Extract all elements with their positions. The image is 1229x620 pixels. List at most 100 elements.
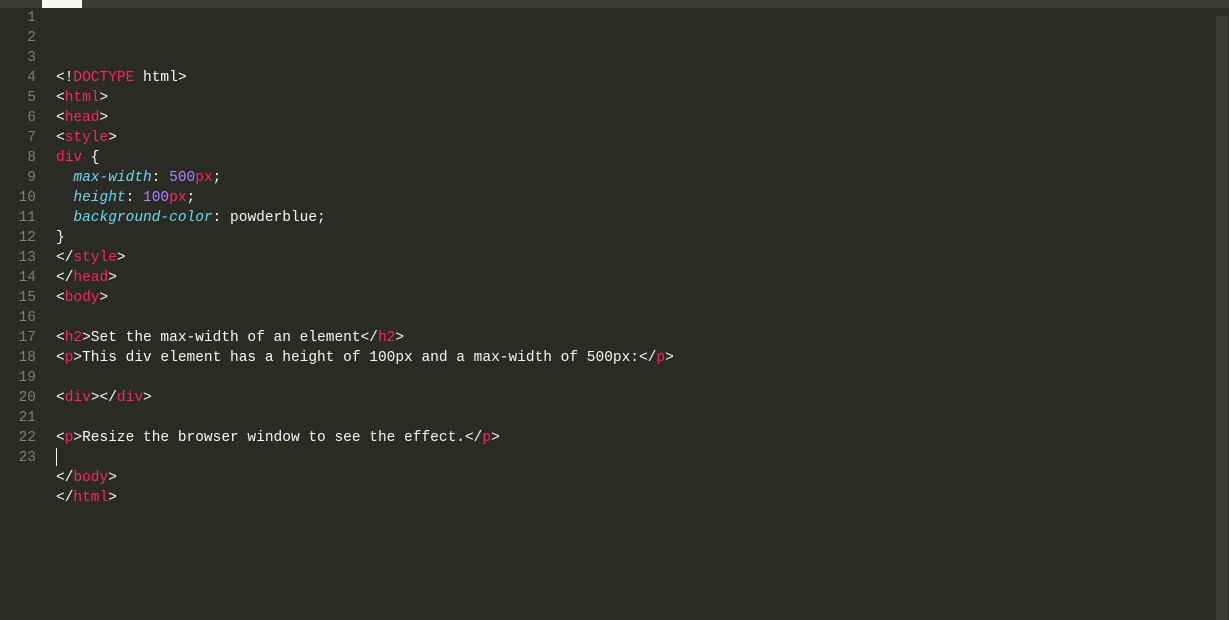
code-token: > — [665, 350, 674, 366]
code-token: h2 — [65, 330, 82, 346]
line-number: 7 — [0, 128, 44, 148]
code-token: DOCTYPE — [73, 70, 134, 86]
code-token: > — [108, 270, 117, 286]
code-line[interactable]: } — [56, 228, 1229, 248]
code-token: > — [100, 290, 109, 306]
line-number: 6 — [0, 108, 44, 128]
code-token: < — [56, 350, 65, 366]
code-token: : — [126, 190, 143, 206]
line-number: 3 — [0, 48, 44, 68]
code-token: div — [56, 150, 82, 166]
code-line[interactable]: <body> — [56, 288, 1229, 308]
code-token: </ — [56, 250, 73, 266]
code-token: max-width — [73, 170, 151, 186]
code-line[interactable]: <html> — [56, 88, 1229, 108]
code-line[interactable]: <h2>Set the max-width of an element</h2> — [56, 328, 1229, 348]
code-token: { — [82, 150, 99, 166]
code-token: ; — [213, 170, 222, 186]
line-number: 8 — [0, 148, 44, 168]
code-token — [56, 210, 73, 226]
code-token: > — [100, 90, 109, 106]
code-token — [56, 170, 73, 186]
code-token: body — [73, 470, 108, 486]
scrollbar-thumb[interactable] — [1216, 16, 1228, 620]
line-number: 16 — [0, 308, 44, 328]
editor-top-bar — [0, 0, 1229, 8]
code-token — [56, 190, 73, 206]
code-line[interactable]: <div></div> — [56, 388, 1229, 408]
code-token: </ — [56, 490, 73, 506]
code-token: ></ — [91, 390, 117, 406]
code-token: style — [65, 130, 109, 146]
code-token: html — [65, 90, 100, 106]
code-token: ; — [187, 190, 196, 206]
line-number: 21 — [0, 408, 44, 428]
line-number: 4 — [0, 68, 44, 88]
code-token: < — [56, 90, 65, 106]
code-line[interactable]: max-width: 500px; — [56, 168, 1229, 188]
code-line[interactable]: <style> — [56, 128, 1229, 148]
code-line[interactable] — [56, 368, 1229, 388]
code-token: p — [482, 430, 491, 446]
line-number-gutter: 1234567891011121314151617181920212223 — [0, 8, 44, 620]
code-token: > — [395, 330, 404, 346]
line-number: 12 — [0, 228, 44, 248]
code-token: div — [65, 390, 91, 406]
line-number: 22 — [0, 428, 44, 448]
code-area[interactable]: <!DOCTYPE html><html><head><style>div { … — [44, 8, 1229, 620]
code-line[interactable]: <p>This div element has a height of 100p… — [56, 348, 1229, 368]
line-number: 13 — [0, 248, 44, 268]
code-token: > — [117, 250, 126, 266]
code-token: html — [143, 70, 178, 86]
line-number: 5 — [0, 88, 44, 108]
code-line[interactable] — [56, 508, 1229, 528]
code-line[interactable]: </head> — [56, 268, 1229, 288]
code-token: px — [195, 170, 212, 186]
code-token: > — [108, 470, 117, 486]
code-token: < — [56, 430, 65, 446]
code-line[interactable]: background-color: powderblue; — [56, 208, 1229, 228]
line-number: 23 — [0, 448, 44, 468]
text-cursor — [56, 448, 57, 466]
code-token: < — [56, 110, 65, 126]
code-line[interactable]: <head> — [56, 108, 1229, 128]
vertical-scrollbar[interactable] — [1215, 16, 1229, 620]
code-token: : powderblue; — [213, 210, 326, 226]
line-number: 11 — [0, 208, 44, 228]
code-token: head — [65, 110, 100, 126]
code-token: style — [73, 250, 117, 266]
code-token: < — [56, 390, 65, 406]
code-token: p — [656, 350, 665, 366]
code-token: </ — [56, 270, 73, 286]
code-token: html — [73, 490, 108, 506]
code-token: height — [73, 190, 125, 206]
code-line[interactable]: </html> — [56, 488, 1229, 508]
code-token: : — [152, 170, 169, 186]
code-token: > — [143, 390, 152, 406]
active-tab-indicator[interactable] — [42, 0, 82, 8]
code-token: > — [108, 490, 117, 506]
code-line[interactable]: </style> — [56, 248, 1229, 268]
code-token: >Set the max-width of an element</ — [82, 330, 378, 346]
code-token: <! — [56, 70, 73, 86]
code-token: > — [100, 110, 109, 126]
code-line[interactable] — [56, 448, 1229, 468]
code-line[interactable]: <!DOCTYPE html> — [56, 68, 1229, 88]
code-token: head — [73, 270, 108, 286]
code-editor[interactable]: 1234567891011121314151617181920212223 <!… — [0, 8, 1229, 620]
line-number: 19 — [0, 368, 44, 388]
code-line[interactable]: height: 100px; — [56, 188, 1229, 208]
code-line[interactable]: <p>Resize the browser window to see the … — [56, 428, 1229, 448]
code-line[interactable]: div { — [56, 148, 1229, 168]
code-line[interactable] — [56, 408, 1229, 428]
line-number: 2 — [0, 28, 44, 48]
code-token: h2 — [378, 330, 395, 346]
code-line[interactable]: </body> — [56, 468, 1229, 488]
code-token: > — [178, 70, 187, 86]
code-token: < — [56, 130, 65, 146]
line-number: 14 — [0, 268, 44, 288]
code-token: div — [117, 390, 143, 406]
code-line[interactable] — [56, 308, 1229, 328]
code-token: background-color — [73, 210, 212, 226]
code-token: > — [491, 430, 500, 446]
